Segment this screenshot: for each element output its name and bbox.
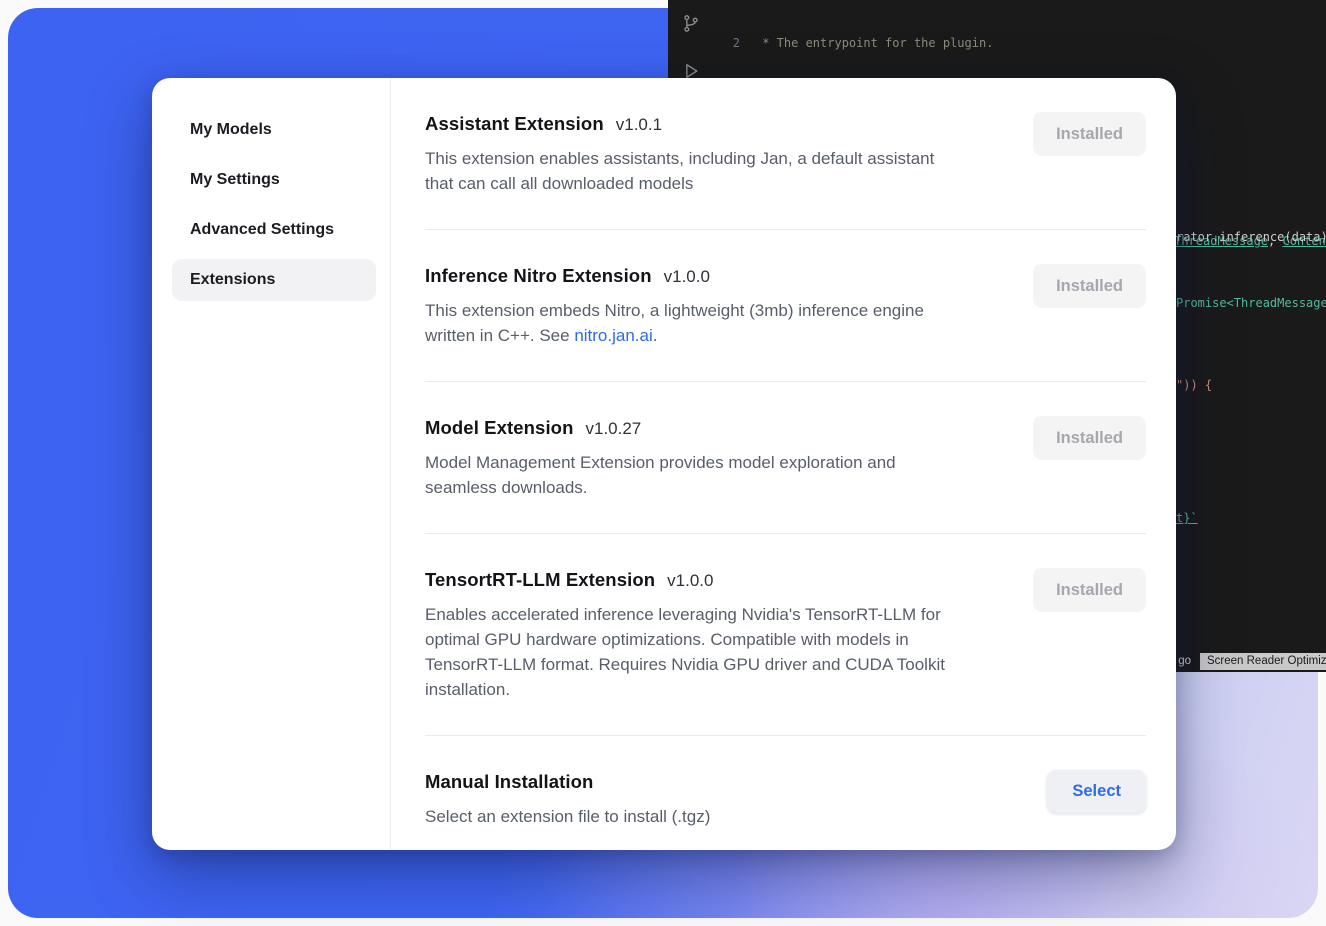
installed-button[interactable]: Installed	[1033, 264, 1146, 308]
settings-sidebar: My Models My Settings Advanced Settings …	[152, 78, 390, 850]
code-fragment: t}`	[1176, 511, 1198, 525]
extension-title: Inference Nitro Extension	[425, 264, 652, 288]
code-fragment: rator.inference(data));	[1176, 230, 1326, 244]
extension-heading: Model Extension v1.0.27	[425, 416, 955, 440]
extension-version: v1.0.0	[667, 571, 713, 591]
status-text: go	[1178, 655, 1191, 667]
extension-row-tensorrt-llm: TensortRT-LLM Extension v1.0.0 Enables a…	[425, 534, 1146, 736]
code-fragment: ")) {	[1176, 378, 1212, 392]
editor-activity-bar	[668, 12, 714, 85]
extension-info: TensortRT-LLM Extension v1.0.0 Enables a…	[425, 568, 955, 702]
sidebar-item-my-models[interactable]: My Models	[172, 109, 376, 151]
extension-title: TensortRT-LLM Extension	[425, 568, 655, 592]
extension-heading: Manual Installation	[425, 770, 710, 794]
extension-row-manual-installation: Manual Installation Select an extension …	[425, 736, 1146, 850]
extensions-list: Assistant Extension v1.0.1 This extensio…	[391, 78, 1176, 850]
installed-button[interactable]: Installed	[1033, 112, 1146, 156]
nitro-jan-ai-link[interactable]: nitro.jan.ai	[574, 326, 652, 345]
code-line: 2 * The entrypoint for the plugin.	[714, 35, 1326, 52]
description-text: .	[653, 326, 658, 345]
extension-description: Enables accelerated inference leveraging…	[425, 602, 955, 702]
extension-info: Assistant Extension v1.0.1 This extensio…	[425, 112, 955, 196]
desktop: 2 * The entrypoint for the plugin. 3 */ …	[0, 0, 1326, 926]
sidebar-item-extensions[interactable]: Extensions	[172, 259, 376, 301]
extension-heading: TensortRT-LLM Extension v1.0.0	[425, 568, 955, 592]
extension-row-inference-nitro: Inference Nitro Extension v1.0.0 This ex…	[425, 230, 1146, 382]
code-text: * The entrypoint for the plugin.	[755, 35, 993, 52]
code-fragment: Promise<ThreadMessage>	[1176, 296, 1326, 310]
git-branch-icon[interactable]	[681, 12, 701, 39]
screen-reader-chip[interactable]: Screen Reader Optimized	[1200, 653, 1326, 670]
extension-title: Manual Installation	[425, 770, 593, 794]
extension-row-model: Model Extension v1.0.27 Model Management…	[425, 382, 1146, 534]
installed-button[interactable]: Installed	[1033, 416, 1146, 460]
description-text: This extension embeds Nitro, a lightweig…	[425, 301, 924, 345]
extension-heading: Assistant Extension v1.0.1	[425, 112, 955, 136]
extension-description: Select an extension file to install (.tg…	[425, 804, 710, 829]
extension-version: v1.0.0	[664, 267, 710, 287]
settings-card: My Models My Settings Advanced Settings …	[152, 78, 1176, 850]
extension-version: v1.0.27	[586, 419, 642, 439]
sidebar-item-advanced-settings[interactable]: Advanced Settings	[172, 209, 376, 251]
extension-row-assistant: Assistant Extension v1.0.1 This extensio…	[425, 112, 1146, 230]
extension-info: Model Extension v1.0.27 Model Management…	[425, 416, 955, 500]
extension-info: Manual Installation Select an extension …	[425, 770, 710, 829]
sidebar-item-my-settings[interactable]: My Settings	[172, 159, 376, 201]
extension-title: Assistant Extension	[425, 112, 604, 136]
extension-info: Inference Nitro Extension v1.0.0 This ex…	[425, 264, 955, 348]
extension-description: Model Management Extension provides mode…	[425, 450, 955, 500]
extension-heading: Inference Nitro Extension v1.0.0	[425, 264, 955, 288]
installed-button[interactable]: Installed	[1033, 568, 1146, 612]
extension-description: This extension embeds Nitro, a lightweig…	[425, 298, 955, 348]
extension-version: v1.0.1	[616, 115, 662, 135]
extension-title: Model Extension	[425, 416, 574, 440]
line-number: 2	[714, 35, 740, 52]
extension-description: This extension enables assistants, inclu…	[425, 146, 955, 196]
select-file-button[interactable]: Select	[1047, 770, 1146, 813]
